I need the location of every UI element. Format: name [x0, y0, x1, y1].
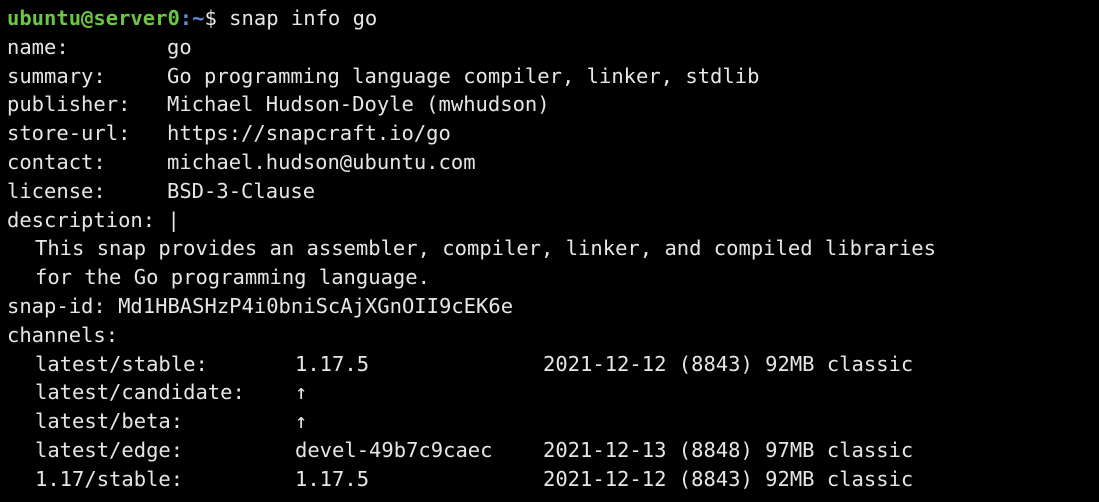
- channels-heading: channels:: [7, 322, 119, 347]
- channel-name: latest/candidate:: [35, 380, 245, 405]
- channel-row: latest/candidate: ↑: [7, 378, 1099, 407]
- description-line: for the Go programming language.: [35, 265, 430, 290]
- publisher-row: publisher: Michael Hudson-Doyle (mwhudson…: [7, 90, 1099, 119]
- channel-row: latest/beta: ↑: [7, 407, 1099, 436]
- store-url-row: store-url: https://snapcraft.io/go: [7, 119, 1099, 148]
- channel-row: latest/stable: 1.17.5 2021-12-12 (8843) 92…: [7, 350, 1099, 379]
- license-row: license: BSD-3-Clause: [7, 177, 1099, 206]
- description-line: This snap provides an assembler, compile…: [35, 236, 936, 261]
- license-value: BSD-3-Clause: [167, 178, 316, 203]
- name-key: name:: [7, 34, 69, 59]
- channel-details: 2021-12-12 (8843) 92MB classic: [543, 466, 914, 491]
- description-key: description:: [7, 207, 156, 232]
- channel-name: latest/stable:: [35, 351, 208, 376]
- prompt-path: :~: [179, 6, 205, 30]
- summary-value: Go programming language compiler, linker…: [167, 63, 760, 88]
- description-row: description: |: [7, 206, 1099, 235]
- channel-name: latest/edge:: [35, 437, 184, 462]
- channel-version: 1.17.5: [295, 466, 370, 491]
- channel-name: 1.17/stable:: [35, 466, 184, 491]
- publisher-key: publisher:: [7, 92, 131, 117]
- store-url-key: store-url:: [7, 121, 131, 146]
- channel-version: 1.17.5: [295, 351, 370, 376]
- name-row: name: go: [7, 33, 1099, 62]
- store-url-value: https://snapcraft.io/go: [167, 121, 451, 146]
- prompt-symbol: $: [204, 6, 217, 30]
- summary-key: summary:: [7, 63, 106, 88]
- snap-id-value: Md1HBASHzP4i0bniScAjXGnOII9cEK6e: [118, 293, 514, 318]
- channel-details: 2021-12-13 (8848) 97MB classic: [543, 437, 914, 462]
- contact-row: contact: michael.hudson@ubuntu.com: [7, 148, 1099, 177]
- command-line: ubuntu@server0:~$ snap info go: [7, 4, 1099, 33]
- snap-id-row: snap-id: Md1HBASHzP4i0bniScAjXGnOII9cEK6…: [7, 292, 1099, 321]
- name-value: go: [167, 34, 192, 59]
- contact-value: michael.hudson@ubuntu.com: [167, 149, 476, 174]
- command-text: snap info go: [229, 6, 378, 30]
- contact-key: contact:: [7, 149, 106, 174]
- channel-name: latest/beta:: [35, 409, 184, 434]
- license-key: license:: [7, 178, 106, 203]
- summary-row: summary: Go programming language compiler…: [7, 62, 1099, 91]
- description-marker: |: [167, 207, 180, 232]
- publisher-value: Michael Hudson-Doyle (mwhudson): [167, 92, 550, 117]
- channel-row: 1.17/stable: 1.17.5 2021-12-12 (8843) 92MB…: [7, 465, 1099, 494]
- snap-id-key: snap-id:: [7, 293, 106, 318]
- channel-details: 2021-12-12 (8843) 92MB classic: [543, 351, 914, 376]
- channel-version: ↑: [295, 409, 308, 434]
- channel-row: latest/edge: devel-49b7c9caec 2021-12-13 (…: [7, 436, 1099, 465]
- channel-version: ↑: [295, 380, 308, 405]
- prompt-user-host: ubuntu@server0: [7, 6, 180, 30]
- channel-version: devel-49b7c9caec: [295, 437, 493, 462]
- terminal-window[interactable]: ubuntu@server0:~$ snap info go name: go s…: [0, 0, 1099, 502]
